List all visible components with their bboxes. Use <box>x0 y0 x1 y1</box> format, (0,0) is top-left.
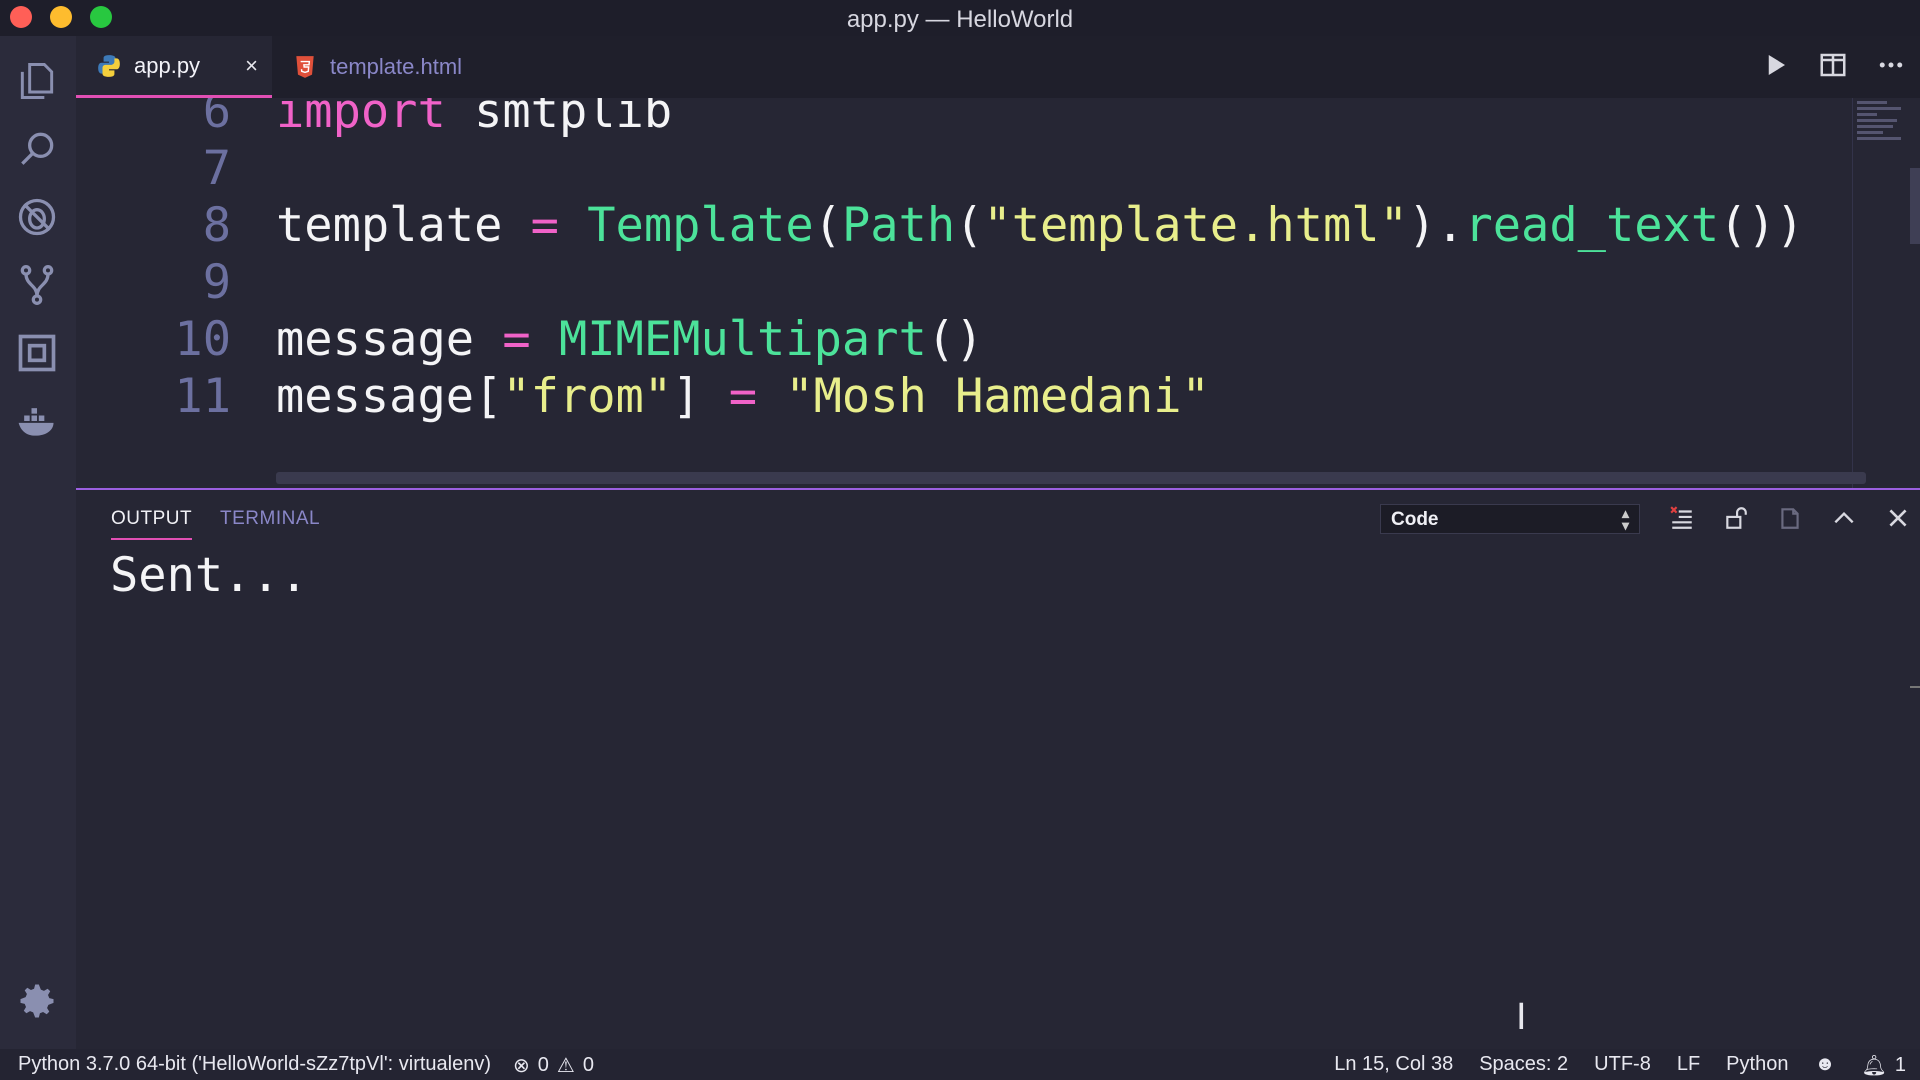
code-token: ( <box>813 197 842 253</box>
python-icon <box>96 53 122 79</box>
open-log-icon[interactable] <box>1776 504 1804 532</box>
code-token: Path <box>841 197 956 253</box>
split-editor-icon[interactable] <box>1818 50 1848 80</box>
output-channel-value: Code <box>1391 509 1439 530</box>
code-token: template <box>276 197 531 253</box>
source-control-icon[interactable] <box>12 260 62 310</box>
problems-indicator[interactable]: ⊗ 0 ⚠ 0 <box>513 1053 594 1078</box>
code-token: () <box>926 311 984 367</box>
code-token: read_text <box>1464 197 1720 253</box>
output-text: Sent... <box>110 548 309 603</box>
code-token: "template.html" <box>983 197 1408 253</box>
line-code: template = Template(Path("template.html"… <box>276 198 1804 253</box>
line-number: 9 <box>202 254 231 310</box>
title-bar: app.py — HelloWorld <box>0 0 1920 36</box>
code-token: MIMEMultipart <box>558 311 927 367</box>
line-number: 11 <box>174 368 231 424</box>
line-ending[interactable]: LF <box>1677 1053 1700 1078</box>
tab-label: app.py <box>134 52 201 78</box>
settings-gear-icon[interactable] <box>12 976 62 1026</box>
html5-icon <box>292 54 318 80</box>
line-number: 7 <box>202 140 231 196</box>
code-token: = <box>502 311 531 367</box>
horizontal-scrollbar[interactable] <box>276 472 1866 484</box>
text-cursor-icon: I <box>1516 996 1527 1038</box>
code-token: message <box>276 368 475 424</box>
bottom-panel: OUTPUT TERMINAL Code ▴ ▾ Sent... I <box>76 488 1920 1049</box>
code-token: message <box>276 311 503 367</box>
select-arrows-icon: ▴ ▾ <box>1621 505 1629 533</box>
vscode-window: app.py — HelloWorld app.py × template.ht… <box>0 0 1920 1080</box>
explorer-icon[interactable] <box>12 56 62 106</box>
error-icon: ⊗ <box>513 1055 530 1077</box>
code-token: = <box>530 197 559 253</box>
code-token: "Mosh Hamedani" <box>785 368 1210 424</box>
tab-terminal[interactable]: TERMINAL <box>220 508 320 530</box>
line-code: message["from"] = "Mosh Hamedani" <box>276 369 1210 424</box>
docker-icon[interactable] <box>12 396 62 446</box>
editor-tabs: app.py × template.html <box>76 36 1920 98</box>
encoding[interactable]: UTF-8 <box>1594 1053 1651 1078</box>
lock-scroll-icon[interactable] <box>1722 504 1750 532</box>
code-token: ] <box>672 368 701 424</box>
code-editor[interactable]: 6 import smtplib 7 8 template = Template(Pat… <box>76 98 1920 488</box>
search-icon[interactable] <box>12 124 62 174</box>
code-token: ()) <box>1719 197 1805 253</box>
code-token: [ <box>474 368 503 424</box>
more-actions-icon[interactable] <box>1876 50 1906 80</box>
window-title: app.py — HelloWorld <box>846 6 1074 33</box>
code-token: ). <box>1407 197 1465 253</box>
output-channel-select[interactable]: Code ▴ ▾ <box>1380 504 1640 534</box>
code-token: Template <box>587 197 814 253</box>
code-token: "from" <box>502 368 673 424</box>
close-panel-icon[interactable] <box>1884 504 1912 532</box>
notification-count: 1 <box>1894 1054 1906 1076</box>
tab-label: template.html <box>330 54 463 79</box>
indentation[interactable]: Spaces: 2 <box>1479 1053 1568 1078</box>
panel-actions <box>1668 504 1912 532</box>
bell-icon: 🔔︎ <box>1861 1055 1887 1077</box>
code-token: = <box>728 368 758 424</box>
tab-output[interactable]: OUTPUT <box>111 508 193 540</box>
run-icon[interactable] <box>1760 50 1790 80</box>
debug-icon[interactable] <box>12 192 62 242</box>
status-bar: Python 3.7.0 64-bit ('HelloWorld-sZz7tpV… <box>0 1049 1920 1080</box>
feedback-smiley-icon[interactable]: ☻ <box>1814 1053 1835 1078</box>
editor-actions <box>1760 50 1906 80</box>
notifications[interactable]: 🔔︎ 1 <box>1861 1053 1906 1078</box>
warning-count: 0 <box>582 1054 594 1076</box>
tab-template-html[interactable]: template.html <box>272 36 592 98</box>
maximize-panel-icon[interactable] <box>1830 504 1858 532</box>
vertical-scrollbar[interactable] <box>1910 168 1920 244</box>
cursor-position[interactable]: Ln 15, Col 38 <box>1334 1053 1453 1078</box>
language-mode[interactable]: Python <box>1726 1053 1788 1078</box>
line-number: 10 <box>174 311 231 367</box>
minimap[interactable] <box>1852 98 1910 488</box>
panel-scroll-marker <box>1910 686 1920 688</box>
python-interpreter[interactable]: Python 3.7.0 64-bit ('HelloWorld-sZz7tpV… <box>18 1053 491 1078</box>
clear-output-icon[interactable] <box>1668 504 1696 532</box>
tab-app-py[interactable]: app.py × <box>76 36 272 98</box>
code-token: ( <box>955 197 984 253</box>
line-number: 8 <box>202 197 231 253</box>
close-tab-icon[interactable]: × <box>245 53 258 79</box>
extensions-icon[interactable] <box>12 328 62 378</box>
line-code: message = MIMEMultipart() <box>276 312 983 367</box>
activity-bar <box>0 36 76 1049</box>
code-line[interactable]: 11 message["from"] = "Mosh Hamedani" <box>76 361 1836 431</box>
warning-icon: ⚠ <box>556 1055 575 1077</box>
error-count: 0 <box>537 1054 549 1076</box>
